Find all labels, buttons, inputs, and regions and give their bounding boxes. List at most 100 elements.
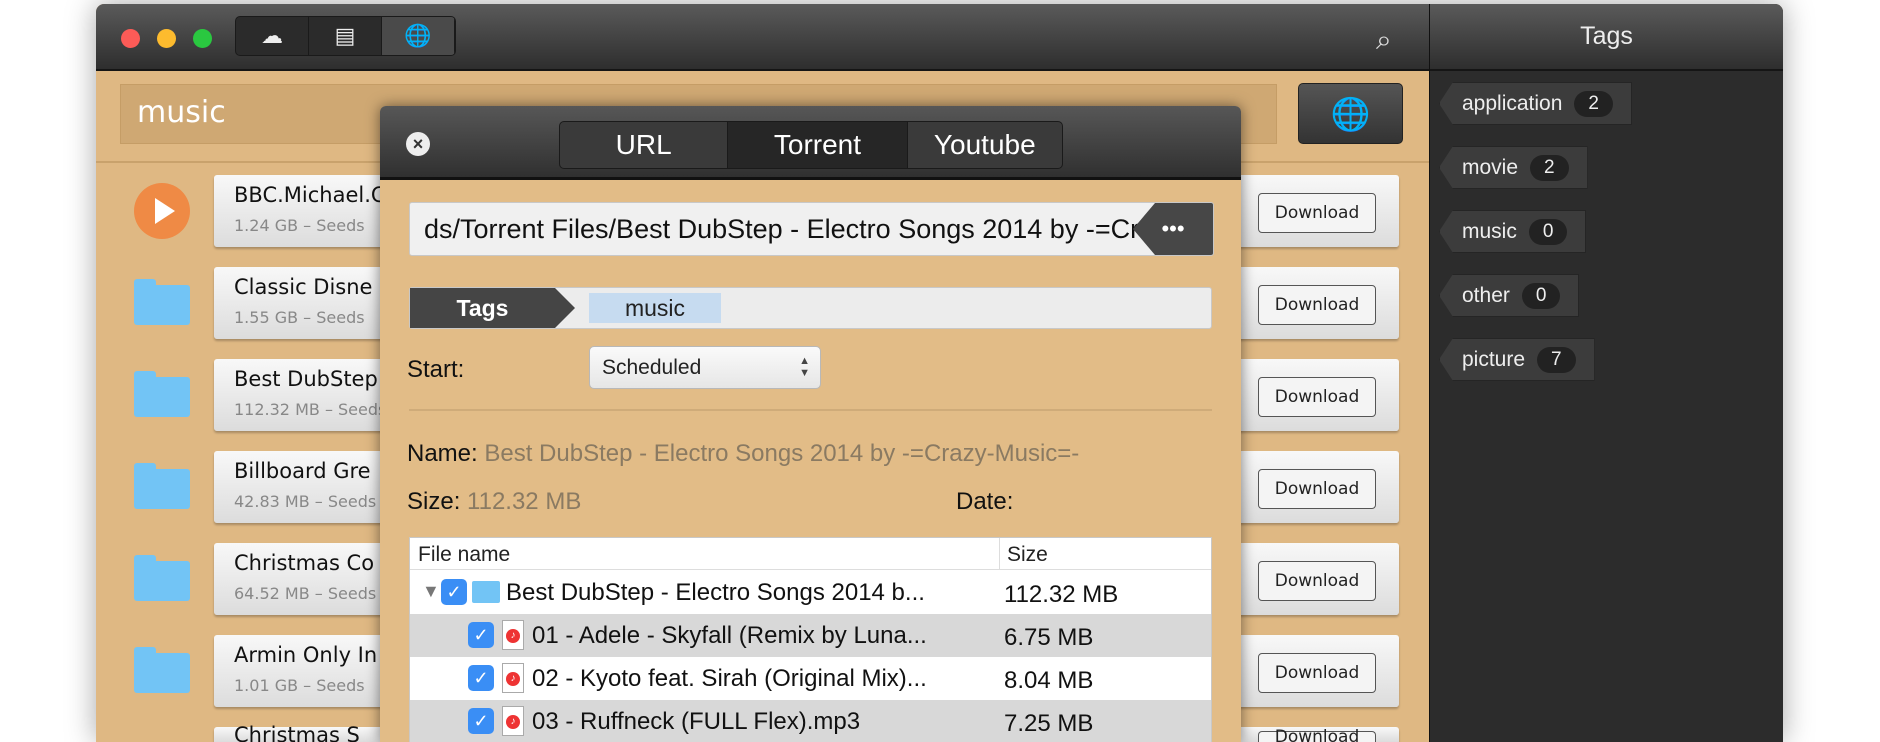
download-button[interactable]: Download — [1258, 561, 1376, 601]
file-name: 01 - Adele - Skyfall (Remix by Luna... — [532, 622, 927, 649]
close-icon[interactable]: × — [406, 132, 430, 156]
tag-count-badge: 2 — [1574, 90, 1613, 117]
download-button[interactable]: Download — [1258, 729, 1376, 742]
start-select[interactable]: Scheduled ▲ ▼ — [589, 346, 821, 389]
size-label: Size: — [407, 488, 461, 515]
tag-name: other — [1462, 283, 1510, 307]
sidebar-title: Tags — [1430, 4, 1783, 71]
view-segmented-control: ☁ ▤ 🌐 — [235, 16, 456, 56]
download-button[interactable]: Download — [1258, 377, 1376, 417]
item-subtitle: 1.24 GB – Seeds — [234, 216, 365, 235]
download-button[interactable]: Download — [1258, 193, 1376, 233]
divider — [409, 409, 1212, 411]
tab-youtube[interactable]: Youtube — [908, 122, 1062, 168]
cloud-download-icon[interactable]: ☁ — [236, 17, 309, 55]
file-name: 02 - Kyoto feat. Sirah (Original Mix)... — [532, 665, 927, 692]
sidebar-tag-movie[interactable]: movie 2 — [1439, 146, 1588, 189]
tag-name: music — [1462, 219, 1517, 243]
audio-file-icon — [502, 620, 524, 650]
app-window: ☁ ▤ 🌐 ⌕ music 🌐 BBC.Michael.C 1.24 GB – S… — [96, 4, 1783, 742]
title-bar: ☁ ▤ 🌐 ⌕ — [96, 4, 1429, 71]
table-header: File name Size — [410, 538, 1211, 570]
add-download-dialog: × URL Torrent Youtube ds/Torrent Files/B… — [380, 106, 1241, 742]
download-button[interactable]: Download — [1258, 285, 1376, 325]
file-size: 7.25 MB — [1004, 710, 1094, 737]
tag-name: movie — [1462, 155, 1519, 179]
tag-count-badge: 0 — [1528, 218, 1568, 245]
name-value: Best DubStep - Electro Songs 2014 by -=C… — [484, 440, 1080, 467]
torrent-path-field[interactable]: ds/Torrent Files/Best DubStep - Electro … — [409, 202, 1214, 256]
item-title: Classic Disne — [234, 275, 373, 299]
server-icon[interactable]: ▤ — [309, 17, 382, 55]
checkbox[interactable]: ✓ — [441, 579, 467, 605]
tags-sidebar: Tags application 2 movie 2 music 0 other 0 pictu… — [1429, 4, 1783, 742]
checkbox[interactable]: ✓ — [468, 622, 494, 648]
item-title: Christmas S — [234, 723, 360, 742]
tag-chip[interactable]: music — [589, 293, 721, 323]
folder-icon — [134, 463, 190, 511]
zoom-window-button[interactable] — [193, 29, 212, 48]
start-value: Scheduled — [602, 356, 702, 379]
folder-icon — [134, 555, 190, 603]
globe-icon[interactable]: 🌐 — [382, 17, 455, 55]
search-icon[interactable]: ⌕ — [1376, 24, 1392, 57]
disclosure-triangle-icon[interactable]: ▼ — [422, 581, 440, 601]
browse-button[interactable]: ••• — [1133, 203, 1213, 255]
file-size: 112.32 MB — [1004, 581, 1119, 608]
folder-icon — [134, 279, 190, 327]
folder-icon — [134, 371, 190, 419]
item-title: Armin Only In — [234, 643, 378, 667]
play-icon[interactable] — [134, 183, 190, 239]
file-name: Best DubStep - Electro Songs 2014 b... — [506, 579, 925, 606]
item-title: BBC.Michael.C — [234, 183, 386, 207]
tag-count-badge: 7 — [1537, 346, 1576, 373]
tag-name: application — [1462, 91, 1563, 115]
item-subtitle: 1.01 GB – Seeds — [234, 676, 365, 695]
file-name: 03 - Ruffneck (FULL Flex).mp3 — [532, 708, 861, 735]
updown-arrows-icon: ▲ ▼ — [799, 355, 810, 379]
column-size[interactable]: Size — [1007, 543, 1048, 567]
minimize-window-button[interactable] — [157, 29, 176, 48]
tags-label: Tags — [410, 288, 575, 328]
folder-icon — [472, 581, 500, 603]
column-file-name[interactable]: File name — [418, 543, 510, 567]
dialog-header: × URL Torrent Youtube — [380, 106, 1241, 180]
table-row[interactable]: ✓ 03 - Ruffneck (FULL Flex).mp3 7.25 MB — [410, 700, 1211, 742]
file-size: 8.04 MB — [1004, 667, 1094, 694]
item-subtitle: 112.32 MB – Seeds — [234, 400, 387, 419]
table-row[interactable]: ▼ ✓ Best DubStep - Electro Songs 2014 b...… — [410, 571, 1211, 614]
tag-count-badge: 2 — [1530, 154, 1569, 181]
audio-file-icon — [502, 706, 524, 736]
source-tabs: URL Torrent Youtube — [559, 121, 1063, 169]
size-value: 112.32 MB — [467, 488, 582, 515]
tab-torrent[interactable]: Torrent — [728, 122, 908, 168]
sidebar-tag-other[interactable]: other 0 — [1439, 274, 1580, 317]
table-row[interactable]: ✓ 01 - Adele - Skyfall (Remix by Luna... 6… — [410, 614, 1211, 657]
name-row: Name: Best DubStep - Electro Songs 2014 … — [407, 440, 1079, 468]
download-button[interactable]: Download — [1258, 653, 1376, 693]
tag-name: picture — [1462, 347, 1526, 371]
sidebar-tag-music[interactable]: music 0 — [1439, 210, 1587, 253]
item-title: Christmas Co — [234, 551, 375, 575]
item-subtitle: 42.83 MB – Seeds — [234, 492, 377, 511]
item-title: Best DubStep — [234, 367, 378, 391]
file-table: File name Size ▼ ✓ Best DubStep - Electro … — [409, 537, 1212, 742]
folder-icon — [134, 647, 190, 695]
sidebar-tag-application[interactable]: application 2 — [1439, 82, 1632, 125]
close-window-button[interactable] — [121, 29, 140, 48]
path-text: ds/Torrent Files/Best DubStep - Electro … — [424, 214, 1214, 244]
sidebar-tag-picture[interactable]: picture 7 — [1439, 338, 1595, 381]
checkbox[interactable]: ✓ — [468, 708, 494, 734]
start-label: Start: — [407, 356, 465, 383]
tag-count-badge: 0 — [1521, 282, 1561, 309]
tab-url[interactable]: URL — [560, 122, 729, 168]
globe-search-button[interactable]: 🌐 — [1298, 83, 1403, 144]
checkbox[interactable]: ✓ — [468, 665, 494, 691]
item-title: Billboard Gre — [234, 459, 371, 483]
download-button[interactable]: Download — [1258, 469, 1376, 509]
name-label: Name: — [407, 440, 478, 467]
tags-field[interactable]: Tags music — [409, 287, 1212, 329]
size-row: Size: 112.32 MB — [407, 488, 581, 516]
date-label: Date: — [956, 488, 1014, 515]
table-row[interactable]: ✓ 02 - Kyoto feat. Sirah (Original Mix)..… — [410, 657, 1211, 700]
